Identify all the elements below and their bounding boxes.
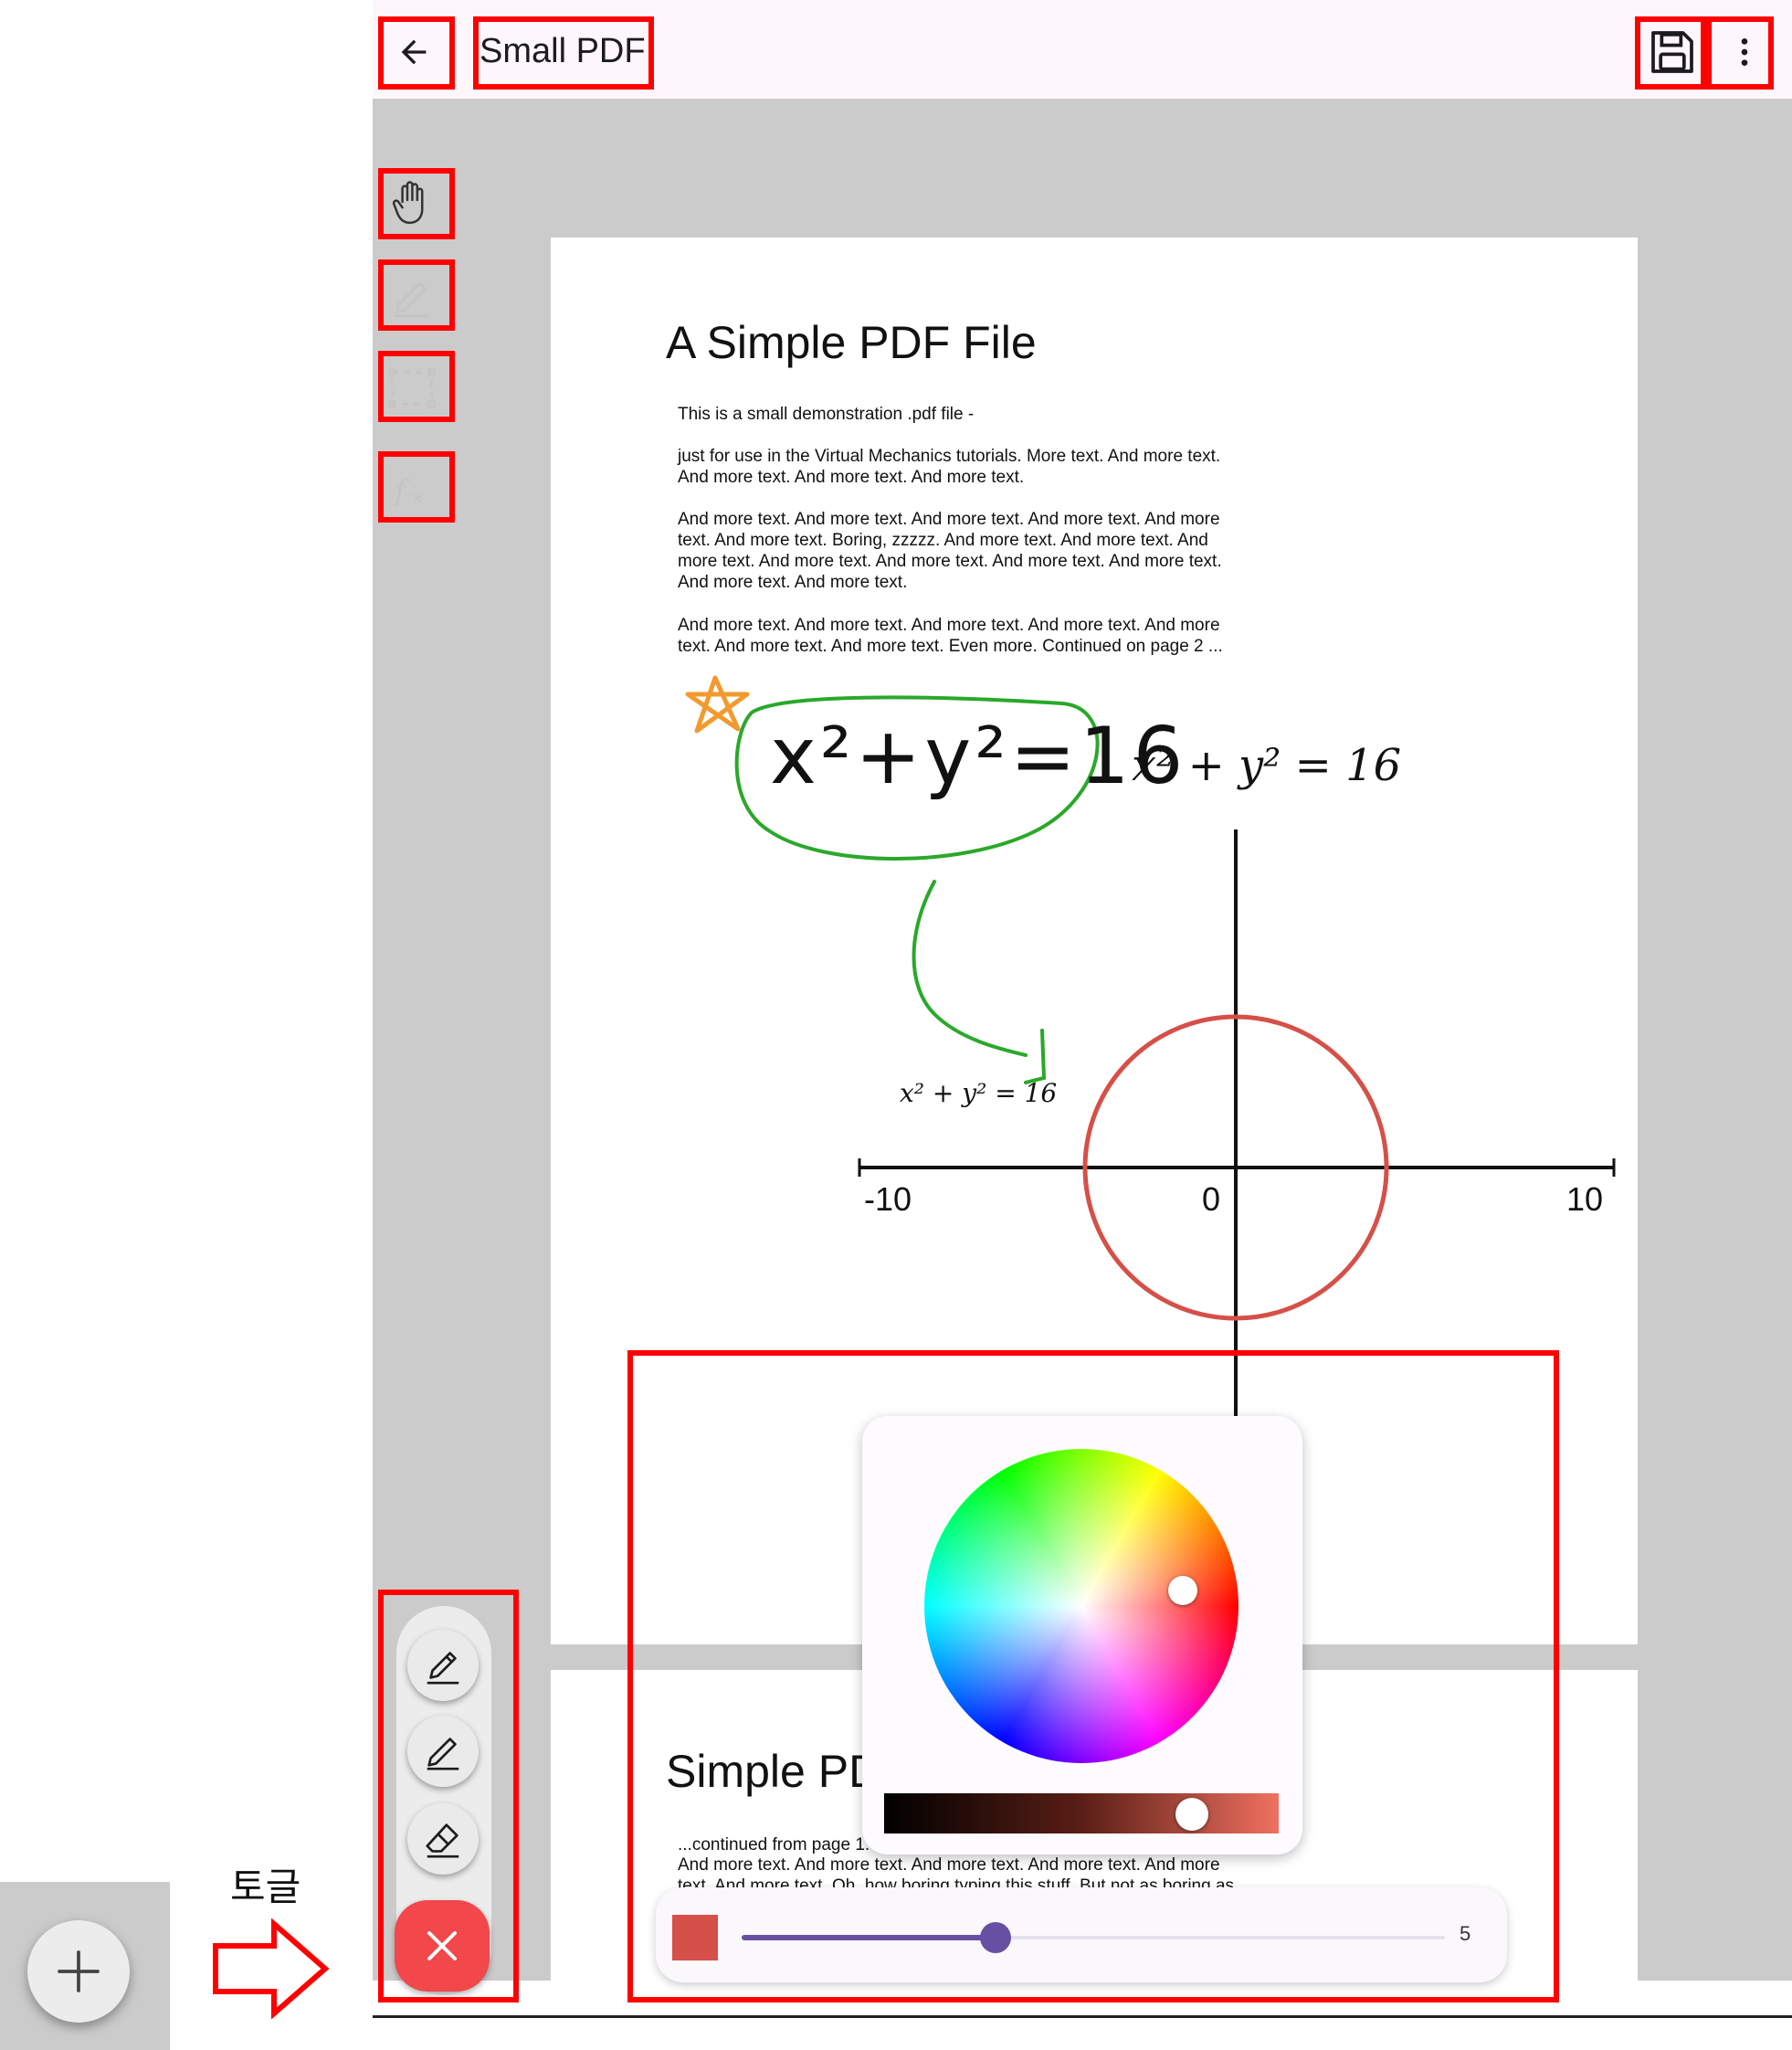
function-icon: f × (393, 475, 425, 509)
svg-text:f: f (393, 475, 410, 508)
color-wheel[interactable] (924, 1449, 1239, 1763)
close-icon (427, 1931, 457, 1960)
color-picker-popup (862, 1416, 1302, 1855)
select-tool-button[interactable] (382, 358, 442, 418)
pan-tool-button[interactable] (382, 174, 442, 234)
axis-tick-label: 10 (1566, 1180, 1604, 1218)
stroke-slider-track[interactable] (997, 1936, 1445, 1939)
pen-tool-button[interactable] (382, 267, 442, 327)
pencil-icon (427, 1738, 459, 1770)
stroke-slider-track-active[interactable] (742, 1935, 997, 1940)
eraser-icon (426, 1823, 459, 1858)
save-icon (1651, 31, 1693, 73)
color-wheel-handle[interactable] (1168, 1576, 1197, 1605)
more-options-button[interactable] (1717, 20, 1772, 84)
brightness-slider[interactable] (884, 1793, 1279, 1833)
stroke-settings-bar: 5 (656, 1887, 1507, 1982)
right-arrow-icon (213, 1918, 330, 2019)
arrow-left-icon (401, 39, 427, 65)
star-annotation (685, 675, 750, 734)
toggle-label: 토글 (230, 1865, 301, 1908)
handwritten-equation: x²+y²=16 (770, 711, 1187, 802)
more-vert-icon (1741, 38, 1748, 66)
axis-tick-label: 0 (1202, 1180, 1221, 1218)
stroke-width-value: 5 (1460, 1922, 1471, 1945)
color-swatch[interactable] (672, 1915, 718, 1960)
plus-icon (58, 1950, 100, 1992)
highlighter-icon (427, 1652, 459, 1685)
select-rect-icon (388, 368, 436, 408)
typed-equation-small: x² + y² = 16 (900, 1078, 1058, 1108)
stroke-slider-handle[interactable] (980, 1922, 1011, 1953)
eraser-button[interactable] (407, 1803, 479, 1875)
typed-equation: x² + y² = 16 (1132, 740, 1402, 791)
save-button[interactable] (1642, 20, 1702, 84)
close-fab-button[interactable] (395, 1900, 490, 1992)
brightness-slider-handle[interactable] (1175, 1798, 1208, 1831)
back-button[interactable] (384, 22, 444, 82)
divider (373, 2015, 1792, 2018)
hand-icon (392, 181, 424, 225)
add-fab-button[interactable] (27, 1920, 130, 2023)
arrow-annotation (912, 880, 1047, 1084)
highlighter-button[interactable] (407, 1630, 479, 1701)
axis-tick-label: -10 (864, 1180, 912, 1218)
pen-button[interactable] (407, 1716, 479, 1787)
formula-tool-button[interactable]: f × (382, 459, 442, 519)
svg-text:×: × (410, 490, 425, 509)
pencil-icon (395, 282, 429, 318)
page-title: Small PDF (480, 32, 646, 70)
